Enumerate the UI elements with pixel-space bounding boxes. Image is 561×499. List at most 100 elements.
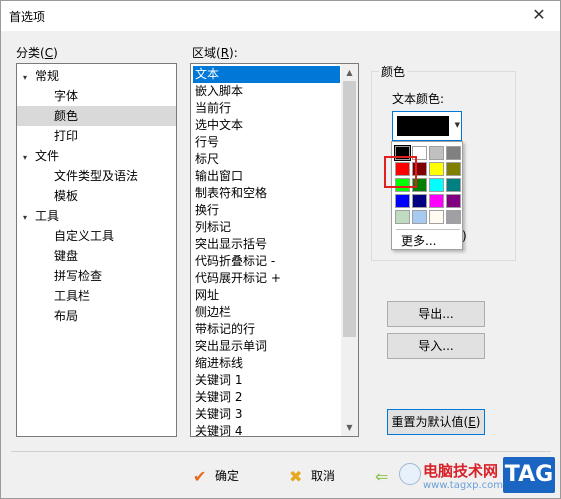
tree-item-label: 布局 [54, 309, 79, 323]
list-item[interactable]: 选中文本 [193, 117, 340, 134]
color-swatch[interactable] [429, 178, 444, 192]
text-color-label: 文本颜色: [392, 92, 445, 106]
tree-expander-icon[interactable]: ▾ [19, 208, 31, 228]
list-item[interactable]: 制表符和空格 [193, 185, 340, 202]
reset-accel: E [468, 415, 476, 429]
list-item[interactable]: 换行 [193, 202, 340, 219]
text-color-combo[interactable]: ▼ [392, 111, 462, 141]
color-swatch[interactable] [395, 194, 410, 208]
color-swatch[interactable] [412, 194, 427, 208]
color-swatch[interactable] [412, 210, 427, 224]
watermark: 电脑技术网 www.tagxp.com TAG [393, 449, 561, 499]
list-item[interactable]: 带标记的行 [193, 321, 340, 338]
tree-item-label: 打印 [54, 129, 79, 143]
color-swatch[interactable] [395, 210, 410, 224]
scroll-down-icon[interactable]: ▼ [341, 419, 358, 436]
area-list[interactable]: ▲ ▼ 文本 嵌入脚本 当前行 选中文本 行号 标尺 输出窗口 制表符和空格 换行 列标记 突出显示… [190, 63, 359, 437]
tree-item[interactable]: 模板 [17, 186, 176, 206]
tree-item-label: 模板 [54, 189, 79, 203]
tree-item[interactable]: 布局 [17, 306, 176, 326]
tree-item-label: 字体 [54, 89, 79, 103]
list-item[interactable]: 关键词 4 [193, 423, 340, 436]
cancel-button[interactable]: ✖ 取消 [289, 463, 335, 489]
tree-item-label: 自定义工具 [54, 229, 115, 243]
area-label-end: ): [229, 46, 238, 60]
list-item[interactable]: 行号 [193, 134, 340, 151]
color-swatch[interactable] [446, 162, 461, 176]
tree-item[interactable]: 工具栏 [17, 286, 176, 306]
obscured-label-tail: ) [462, 229, 467, 243]
tree-item-label: 颜色 [54, 109, 79, 123]
tree-item[interactable]: 自定义工具 [17, 226, 176, 246]
list-item[interactable]: 突出显示单词 [193, 338, 340, 355]
tree-expander-icon[interactable]: ▾ [19, 68, 31, 88]
list-item[interactable]: 列标记 [193, 219, 340, 236]
category-accel: C [44, 46, 54, 60]
tree-item[interactable]: 颜色 [17, 106, 176, 126]
highlight-annotation-box [384, 156, 417, 188]
watermark-logo-icon [399, 463, 421, 485]
area-scrollbar[interactable]: ▲ ▼ [341, 64, 358, 436]
watermark-url: www.tagxp.com [423, 480, 503, 491]
tree-expander-icon[interactable]: ▾ [19, 148, 31, 168]
area-label-text: 区域( [192, 46, 221, 60]
tree-item[interactable]: 键盘 [17, 246, 176, 266]
close-button[interactable]: ✕ [524, 4, 554, 28]
list-item[interactable]: 关键词 3 [193, 406, 340, 423]
list-item[interactable]: 关键词 2 [193, 389, 340, 406]
list-item[interactable]: 当前行 [193, 100, 340, 117]
color-swatch[interactable] [429, 210, 444, 224]
list-item[interactable]: 文本 [193, 66, 340, 83]
ok-label: 确定 [215, 469, 240, 483]
x-icon: ✖ [289, 466, 303, 486]
reset-defaults-button[interactable]: 重置为默认值(E) [387, 409, 485, 435]
list-item[interactable]: 输出窗口 [193, 168, 340, 185]
current-color-swatch [397, 116, 449, 136]
list-item[interactable]: 嵌入脚本 [193, 83, 340, 100]
color-swatch[interactable] [429, 162, 444, 176]
list-item[interactable]: 关键词 1 [193, 372, 340, 389]
list-item[interactable]: 突出显示括号 [193, 236, 340, 253]
category-label-end: ) [53, 46, 58, 60]
export-button[interactable]: 导出... [387, 301, 485, 327]
watermark-tag: TAG [503, 457, 555, 493]
tree-item[interactable]: 拼写检查 [17, 266, 176, 286]
list-item[interactable]: 标尺 [193, 151, 340, 168]
tree-item-label: 工具栏 [54, 289, 91, 303]
cancel-label: 取消 [311, 469, 336, 483]
chevron-down-icon[interactable]: ▼ [455, 121, 460, 129]
list-item[interactable]: 代码展开标记 + [193, 270, 340, 287]
list-item[interactable]: 网址 [193, 287, 340, 304]
color-swatch[interactable] [446, 146, 461, 160]
tree-item[interactable]: 文件类型及语法 [17, 166, 176, 186]
scroll-up-icon[interactable]: ▲ [341, 64, 358, 81]
tree-item[interactable]: ▾ 文件 [19, 146, 176, 166]
tree-item-label: 拼写检查 [54, 269, 103, 283]
reset-label: 重置为默认值( [391, 415, 469, 429]
tree-item[interactable]: 打印 [17, 126, 176, 146]
tree-item[interactable]: 字体 [17, 86, 176, 106]
color-swatch[interactable] [446, 194, 461, 208]
list-item[interactable]: 代码折叠标记 - [193, 253, 340, 270]
tree-item[interactable]: ▾ 工具 [19, 206, 176, 226]
list-item[interactable]: 缩进标线 [193, 355, 340, 372]
preferences-dialog: 首选项 ✕ 分类(C) ▾ 常规 字体 颜色 打印 ▾ 文件 文件类型及语法 模板 ▾ 工具 自定义工… [0, 0, 561, 499]
ok-button[interactable]: ✔ 确定 [193, 463, 239, 489]
tree-item[interactable]: ▾ 常规 [19, 66, 176, 86]
color-swatch[interactable] [429, 194, 444, 208]
list-item[interactable]: 侧边栏 [193, 304, 340, 321]
category-label: 分类(C) [16, 44, 58, 61]
title-bar: 首选项 ✕ [1, 1, 560, 31]
import-button[interactable]: 导入... [387, 333, 485, 359]
color-swatch[interactable] [446, 210, 461, 224]
tree-item-label: 工具 [35, 209, 60, 223]
color-swatch[interactable] [429, 146, 444, 160]
tree-item-label: 常规 [35, 69, 60, 83]
more-colors-button[interactable]: 更多... [401, 232, 436, 249]
reset-label-end: ) [475, 415, 481, 429]
color-swatch[interactable] [446, 178, 461, 192]
scroll-thumb[interactable] [343, 81, 356, 337]
color-group-title: 颜色 [379, 63, 408, 80]
category-tree[interactable]: ▾ 常规字体颜色打印 ▾ 文件 文件类型及语法模板 ▾ 工具自定义工具键盘拼写检查工具栏布局 [16, 63, 177, 437]
area-label: 区域(R): [192, 44, 238, 61]
